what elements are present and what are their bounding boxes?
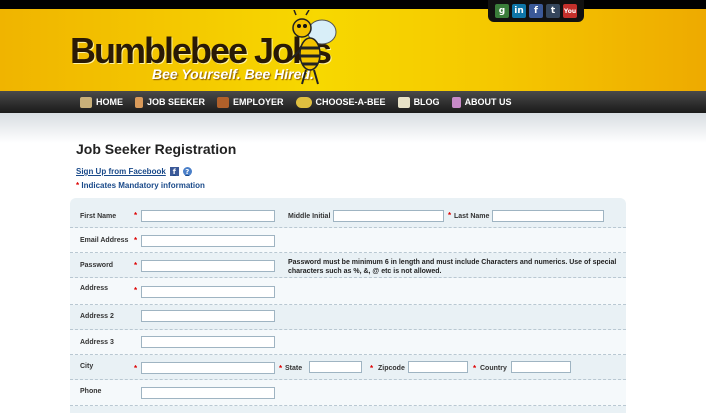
briefcase-icon [217, 96, 230, 108]
facebook-signup-label: Sign Up from Facebook [76, 167, 166, 176]
email-label: Email Address [80, 237, 129, 244]
password-input[interactable] [141, 260, 275, 272]
zipcode-input[interactable] [408, 361, 468, 373]
required-star-icon: * [134, 236, 138, 245]
youtube-icon[interactable]: You [563, 4, 577, 18]
form-row-address2: Address 2 [70, 305, 626, 330]
address2-input[interactable] [141, 310, 275, 322]
nav-employer[interactable]: EMPLOYER [217, 96, 284, 108]
tumblr-icon[interactable]: t [546, 4, 560, 18]
required-star-icon: * [473, 364, 477, 373]
site-header: g in f t You Bumblebee Jobs Bee Yourself… [0, 0, 706, 91]
nav-home[interactable]: HOME [80, 96, 123, 108]
people-icon [451, 96, 461, 108]
form-row-email: Email Address * [70, 228, 626, 253]
password-label: Password [80, 262, 114, 269]
country-label: Country [480, 365, 507, 372]
nav-label: BLOG [413, 97, 440, 107]
bee-mascot-icon [289, 10, 337, 85]
zipcode-label: Zipcode [378, 365, 405, 372]
registration-form: First Name * Middle Initial * Last Name … [70, 198, 626, 413]
help-icon[interactable]: ? [182, 167, 192, 176]
required-star-icon: * [134, 364, 138, 373]
nav-label: HOME [96, 97, 123, 107]
notepad-icon [397, 96, 410, 108]
phone-input[interactable] [141, 387, 275, 399]
city-label: City [80, 363, 94, 370]
last-name-input[interactable] [492, 210, 604, 222]
phone-label: Phone [80, 388, 102, 395]
password-hint: Password must be minimum 6 in length and… [288, 259, 617, 275]
form-row-phone: Phone [70, 380, 626, 406]
google-icon[interactable]: g [495, 4, 509, 18]
email-input[interactable] [141, 235, 275, 247]
form-row-password: Password * Password must be minimum 6 in… [70, 253, 626, 278]
required-star-icon: * [134, 211, 138, 220]
facebook-icon[interactable]: f [529, 4, 543, 18]
address3-input[interactable] [141, 336, 275, 348]
linkedin-icon[interactable]: in [512, 4, 526, 18]
first-name-label: First Name [80, 213, 117, 220]
state-input[interactable] [309, 361, 362, 373]
nav-label: JOB SEEKER [147, 97, 206, 107]
mandatory-note: * Indicates Mandatory information [76, 181, 205, 190]
required-star-icon: * [448, 211, 452, 220]
required-star-icon: * [370, 364, 374, 373]
bee-icon [295, 96, 312, 108]
house-icon [80, 96, 92, 108]
address-input[interactable] [141, 286, 275, 298]
form-row-address: Address * [70, 278, 626, 305]
required-star-icon: * [134, 286, 138, 295]
nav-label: CHOOSE-A-BEE [315, 97, 386, 107]
middle-initial-input[interactable] [333, 210, 444, 222]
facebook-signup-link[interactable]: Sign Up from Facebook f ? [76, 167, 192, 176]
social-links-bar: g in f t You [488, 0, 584, 22]
city-input[interactable] [141, 362, 275, 374]
state-label: State [285, 365, 303, 372]
mandatory-note-text: Indicates Mandatory information [81, 181, 205, 190]
nav-label: EMPLOYER [233, 97, 284, 107]
address-label: Address [80, 285, 109, 292]
last-name-label: Last Name [454, 213, 490, 220]
middle-initial-label: Middle Initial [288, 213, 331, 220]
page-title: Job Seeker Registration [76, 141, 237, 157]
country-input[interactable] [511, 361, 571, 373]
nav-label: ABOUT US [464, 97, 512, 107]
nav-about-us[interactable]: ABOUT US [451, 96, 512, 108]
header-top-strip [0, 0, 706, 9]
facebook-icon: f [169, 167, 179, 176]
required-star-icon: * [134, 261, 138, 270]
address2-label: Address 2 [80, 313, 114, 320]
required-star-icon: * [279, 364, 283, 373]
form-row-location: City * * State * Zipcode * Country [70, 355, 626, 380]
nav-job-seeker[interactable]: JOB SEEKER [135, 96, 206, 108]
main-nav: HOME JOB SEEKER EMPLOYER CHOOSE-A-BEE BL… [0, 91, 706, 113]
required-star-icon: * [76, 181, 80, 190]
first-name-input[interactable] [141, 210, 275, 222]
form-row-name: First Name * Middle Initial * Last Name [70, 198, 626, 228]
form-row-address3: Address 3 [70, 330, 626, 355]
person-icon [135, 96, 143, 108]
nav-shadow-band [0, 113, 706, 143]
nav-blog[interactable]: BLOG [397, 96, 440, 108]
nav-choose-a-bee[interactable]: CHOOSE-A-BEE [295, 96, 386, 108]
address3-label: Address 3 [80, 339, 114, 346]
